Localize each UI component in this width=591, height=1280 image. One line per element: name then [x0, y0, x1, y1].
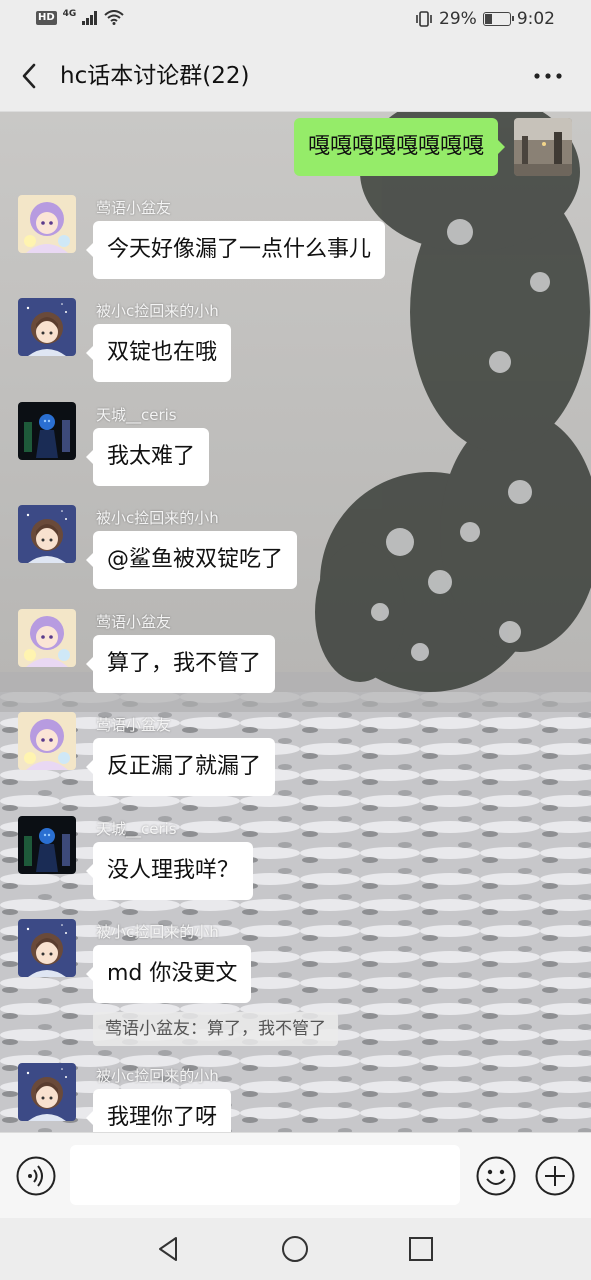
avatar-anime-girl[interactable] — [18, 195, 76, 253]
chat-header: hc话本讨论群(22) — [0, 40, 591, 112]
message-item: 天城__ceris 没人理我咩？ — [0, 816, 591, 906]
network-type: 4G — [62, 8, 77, 19]
message-bubble[interactable]: 反正漏了就漏了 — [85, 738, 276, 796]
avatar-anime-boy[interactable] — [18, 298, 76, 356]
sender-name[interactable]: 莺语小盆友 — [96, 197, 171, 218]
avatar-dark-figure[interactable] — [18, 402, 76, 460]
sender-name[interactable]: 被小c捡回来的小h — [96, 507, 219, 528]
avatar-anime-boy[interactable] — [18, 505, 76, 563]
wifi-icon — [104, 10, 124, 25]
sender-name[interactable]: 天城__ceris — [96, 818, 177, 839]
message-item: 被小c捡回来的小h @鲨鱼被双锭吃了 — [0, 505, 591, 595]
message-input[interactable] — [70, 1145, 460, 1205]
status-bar: HD 4G 29% 9:02 — [0, 0, 591, 40]
input-bar — [0, 1132, 591, 1218]
avatar-anime-girl[interactable] — [18, 609, 76, 667]
nav-home-icon[interactable] — [280, 1234, 310, 1264]
avatar-dark-figure[interactable] — [18, 816, 76, 874]
message-item: 被小c捡回来的小h 双锭也在哦 — [0, 298, 591, 388]
nav-recent-icon[interactable] — [406, 1234, 436, 1264]
message-item: 被小c捡回来的小h 我理你了呀 — [0, 1063, 591, 1132]
message-item: 莺语小盆友反正漏了就漏了 — [0, 712, 591, 802]
plus-icon[interactable] — [534, 1155, 576, 1197]
message-bubble[interactable]: md 你没更文 — [85, 945, 252, 1003]
self-avatar[interactable] — [514, 118, 572, 176]
message-bubble[interactable]: 双锭也在哦 — [85, 324, 232, 382]
back-chevron-icon[interactable] — [14, 60, 46, 92]
system-nav-bar — [0, 1218, 591, 1280]
sender-name[interactable]: 天城__ceris — [96, 404, 177, 425]
message-bubble[interactable]: 算了，我不管了 — [85, 635, 276, 693]
message-item: 莺语小盆友今天好像漏了一点什么事儿 — [0, 195, 591, 285]
status-left: HD 4G — [36, 8, 124, 25]
message-item: 莺语小盆友算了，我不管了 — [0, 609, 591, 699]
avatar-anime-girl[interactable] — [18, 712, 76, 770]
self-message-bubble[interactable]: 嘎嘎嘎嘎嘎嘎嘎嘎 — [293, 118, 506, 176]
nav-back-icon[interactable] — [154, 1234, 184, 1264]
message-bubble[interactable]: 我太难了 — [85, 428, 210, 486]
more-dots-icon[interactable] — [531, 62, 565, 90]
sender-name[interactable]: 被小c捡回来的小h — [96, 1065, 219, 1086]
quoted-reply[interactable]: 莺语小盆友：算了，我不管了 — [93, 1012, 338, 1046]
message-bubble[interactable]: 没人理我咩？ — [85, 842, 254, 900]
hd-badge: HD — [36, 10, 57, 25]
battery-icon — [482, 12, 514, 26]
chat-title: hc话本讨论群(22) — [60, 63, 250, 89]
clock: 9:02 — [516, 9, 555, 29]
self-message: 嘎嘎嘎嘎嘎嘎嘎嘎 — [0, 112, 591, 182]
status-right: 29% 9:02 — [415, 9, 555, 29]
avatar-anime-boy[interactable] — [18, 919, 76, 977]
sender-name[interactable]: 莺语小盆友 — [96, 714, 171, 735]
battery-level — [484, 14, 492, 24]
avatar-anime-boy[interactable] — [18, 1063, 76, 1121]
chat-area[interactable]: 嘎嘎嘎嘎嘎嘎嘎嘎 莺语小盆友 今天好像漏了一点什么事儿 被小c捡回来的小h 双锭也在哦… — [0, 112, 591, 1132]
emoji-icon[interactable] — [475, 1155, 517, 1197]
vibrate-icon — [416, 11, 432, 27]
message-bubble[interactable]: @鲨鱼被双锭吃了 — [85, 531, 298, 589]
voice-icon[interactable] — [15, 1155, 57, 1197]
message-item: 天城__ceris 我太难了 — [0, 402, 591, 492]
message-item: 被小c捡回来的小h md 你没更文 — [0, 919, 591, 1009]
sender-name[interactable]: 莺语小盆友 — [96, 611, 171, 632]
message-bubble[interactable]: 我理你了呀 — [85, 1089, 232, 1132]
battery-percent: 29% — [439, 9, 477, 29]
signal-icon — [82, 10, 98, 25]
sender-name[interactable]: 被小c捡回来的小h — [96, 300, 219, 321]
sender-name[interactable]: 被小c捡回来的小h — [96, 921, 219, 942]
message-bubble[interactable]: 今天好像漏了一点什么事儿 — [85, 221, 386, 279]
